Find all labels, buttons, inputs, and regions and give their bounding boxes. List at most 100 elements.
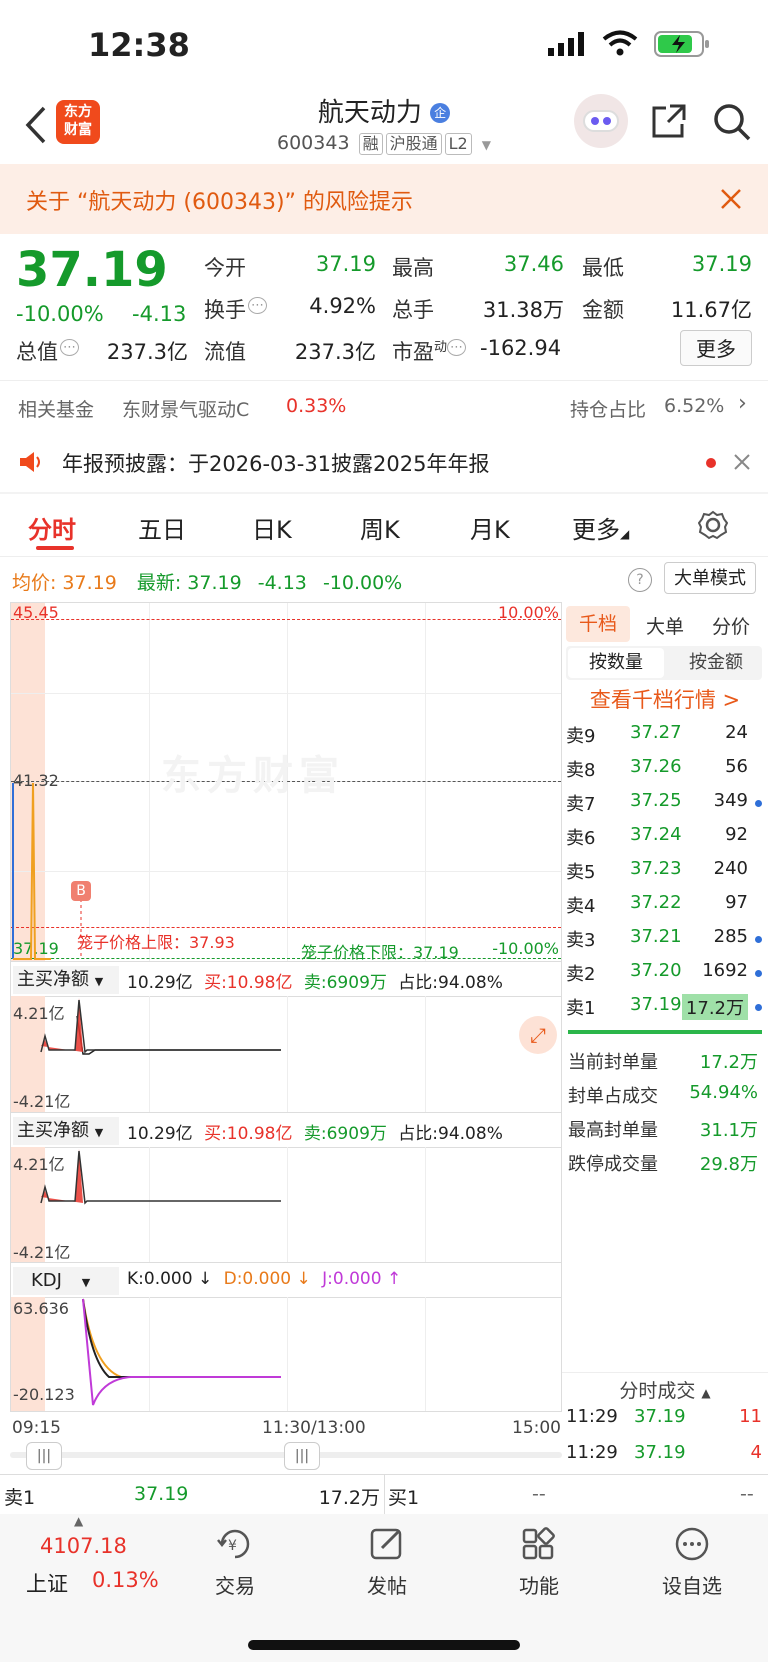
nav-functions[interactable]: 功能 bbox=[504, 1526, 574, 1599]
ask-qty: 349 bbox=[713, 790, 748, 811]
ask-qty: 285 bbox=[713, 926, 748, 947]
info-icon[interactable]: ⋯ bbox=[447, 339, 467, 356]
indicator-panel-1[interactable]: 主买净额 ▼ 10.29亿 买:10.98亿 卖:6909万 占比:94.08%… bbox=[10, 962, 562, 1112]
home-indicator[interactable] bbox=[248, 1640, 520, 1650]
limit-down-bar bbox=[568, 1030, 762, 1034]
range-handle-right[interactable]: ||| bbox=[284, 1442, 320, 1470]
low-label: 最低 bbox=[582, 256, 624, 280]
ask-row[interactable]: 卖3 37.21 285 bbox=[566, 922, 762, 954]
ask-label: 卖3 bbox=[566, 930, 596, 951]
ask-label: 卖8 bbox=[566, 760, 596, 781]
risk-banner[interactable]: 关于 “航天动力 (600343)” 的风险提示 bbox=[0, 164, 768, 234]
more-button[interactable]: 更多 bbox=[680, 330, 752, 366]
speaker-icon bbox=[20, 452, 40, 472]
subtab-by-quantity[interactable]: 按数量 bbox=[568, 648, 664, 678]
kdj-panel[interactable]: KDJ ▼ K:0.000 ↓ D:0.000 ↓ J:0.000 ↑ 63.6… bbox=[10, 1262, 562, 1412]
nav-add-watchlist[interactable]: 设自选 bbox=[654, 1526, 730, 1599]
mktcap-label: 总值 ⋯ bbox=[16, 336, 79, 366]
thousand-level-link[interactable]: 查看千档行情 > bbox=[562, 684, 768, 714]
turnover-label: 换手 ⋯ bbox=[204, 294, 267, 324]
related-fund-row[interactable]: 相关基金 东财景气驱动C 0.33% 持仓占比 6.52% › bbox=[0, 380, 768, 434]
avg-price: 均价: 37.19 最新: 37.19 -4.13 -10.00% bbox=[12, 572, 403, 594]
ask-row[interactable]: 卖5 37.23 240 bbox=[566, 854, 762, 886]
ask-label: 卖6 bbox=[566, 828, 596, 849]
tab-thousand-level[interactable]: 千档 bbox=[566, 606, 630, 642]
kdj-selector[interactable]: KDJ ▼ bbox=[13, 1267, 119, 1295]
notice-bar[interactable]: 年报预披露：于2026-03-31披露2025年年报 bbox=[0, 432, 768, 492]
tag-l2: L2 bbox=[444, 133, 472, 155]
ask-row[interactable]: 卖2 37.20 1692 bbox=[566, 956, 762, 988]
tab-big-order[interactable]: 大单 bbox=[646, 612, 684, 639]
risk-banner-text: 关于 “航天动力 (600343)” 的风险提示 bbox=[26, 190, 413, 215]
index-name: 上证 bbox=[26, 1572, 68, 1596]
intraday-chart[interactable]: 东方财富 45.45 10.00% 41.32 37.19 笼子价格上限：37.… bbox=[10, 602, 562, 962]
tab-more[interactable]: 更多◢ bbox=[572, 510, 629, 545]
ask-row[interactable]: 卖1 37.19 17.2万 bbox=[566, 990, 762, 1022]
seal-stat-label: 最高封单量 bbox=[568, 1120, 658, 1141]
buy1-qty: -- bbox=[740, 1483, 754, 1505]
wifi-icon bbox=[602, 30, 638, 56]
ask-label: 卖4 bbox=[566, 896, 596, 917]
ask-row[interactable]: 卖8 37.26 56 bbox=[566, 752, 762, 784]
open-label: 今开 bbox=[204, 256, 246, 280]
ask-row[interactable]: 卖9 37.27 24 bbox=[566, 718, 762, 750]
ask-price: 37.19 bbox=[630, 994, 682, 1015]
ask-qty: 240 bbox=[713, 858, 748, 879]
range-handle-left[interactable]: ||| bbox=[26, 1442, 62, 1470]
ask-row[interactable]: 卖7 37.25 349 bbox=[566, 786, 762, 818]
sell1-label: 卖1 bbox=[4, 1487, 36, 1509]
stock-header: 东方 财富 航天动力 企 600343 融沪股通 L2 ▼ bbox=[0, 84, 768, 164]
stock-code: 600343 bbox=[277, 132, 350, 154]
mktcap-value: 237.3亿 bbox=[106, 340, 188, 364]
volume-value: 31.38万 bbox=[482, 298, 564, 322]
subtab-by-amount[interactable]: 按金额 bbox=[668, 648, 764, 678]
price-line bbox=[12, 782, 82, 960]
help-icon[interactable]: ? bbox=[628, 568, 652, 592]
ask-qty: 1692 bbox=[702, 960, 748, 981]
indicator-panel-2[interactable]: 主买净额 ▼ 10.29亿 买:10.98亿 卖:6909万 占比:94.08%… bbox=[10, 1112, 562, 1262]
info-icon[interactable]: ⋯ bbox=[60, 339, 79, 356]
tab-intraday[interactable]: 分时 bbox=[28, 510, 76, 545]
nav-post[interactable]: 发帖 bbox=[352, 1526, 422, 1599]
unread-dot bbox=[706, 458, 716, 468]
tab-five-day[interactable]: 五日 bbox=[138, 510, 186, 545]
share-icon[interactable] bbox=[650, 102, 688, 140]
trades-header[interactable]: 分时成交 ▲ bbox=[562, 1376, 768, 1403]
indicator-selector-2[interactable]: 主买净额 ▼ bbox=[13, 1117, 119, 1145]
seal-stat-value: 31.1万 bbox=[699, 1120, 758, 1141]
seal-stat-row: 当前封单量 17.2万 bbox=[566, 1046, 762, 1078]
buy1-label: 买1 bbox=[388, 1487, 420, 1509]
ask-qty: 92 bbox=[725, 824, 748, 845]
settings-gear-icon[interactable] bbox=[698, 510, 728, 540]
tab-daily-k[interactable]: 日K bbox=[252, 510, 292, 545]
tab-price-dist[interactable]: 分价 bbox=[712, 612, 750, 639]
big-order-mode-button[interactable]: 大单模式 bbox=[664, 562, 756, 594]
ask-price: 37.20 bbox=[630, 960, 682, 981]
quote-panel: 37.19 -10.00% -4.13 今开 37.19 最高 37.46 最低… bbox=[0, 234, 768, 380]
close-icon[interactable] bbox=[734, 454, 750, 470]
status-time: 12:38 bbox=[88, 26, 190, 64]
search-icon[interactable] bbox=[712, 102, 752, 142]
close-icon[interactable] bbox=[720, 188, 742, 210]
tag-connect: 沪股通 bbox=[385, 133, 442, 155]
open-value: 37.19 bbox=[315, 252, 376, 276]
ask-row[interactable]: 卖6 37.24 92 bbox=[566, 820, 762, 852]
tab-monthly-k[interactable]: 月K bbox=[470, 510, 510, 545]
robot-assistant-icon[interactable] bbox=[574, 94, 628, 148]
index-widget[interactable]: ▲ 4107.18 上证 0.13% bbox=[0, 1514, 160, 1604]
pe-value: -162.94 bbox=[480, 336, 562, 360]
stock-title: 航天动力 bbox=[317, 98, 422, 128]
seal-stat-value: 29.8万 bbox=[699, 1154, 758, 1175]
expand-icon[interactable]: ⤢ bbox=[519, 1016, 557, 1054]
indicator-selector-1[interactable]: 主买净额 ▼ bbox=[13, 966, 119, 994]
indicator2-line bbox=[40, 1149, 281, 1205]
buy-marker[interactable]: B bbox=[71, 881, 91, 901]
pe-label: 市盈动 ⋯ bbox=[392, 336, 467, 366]
ask-row[interactable]: 卖4 37.22 97 bbox=[566, 888, 762, 920]
ask-price: 37.27 bbox=[630, 722, 682, 743]
indicator1-values: 10.29亿 买:10.98亿 卖:6909万 占比:94.08% bbox=[127, 973, 503, 993]
seal-stat-label: 跌停成交量 bbox=[568, 1154, 658, 1175]
tab-weekly-k[interactable]: 周K bbox=[360, 510, 400, 545]
info-icon[interactable]: ⋯ bbox=[248, 297, 267, 314]
nav-trade[interactable]: ¥ 交易 bbox=[200, 1526, 270, 1599]
